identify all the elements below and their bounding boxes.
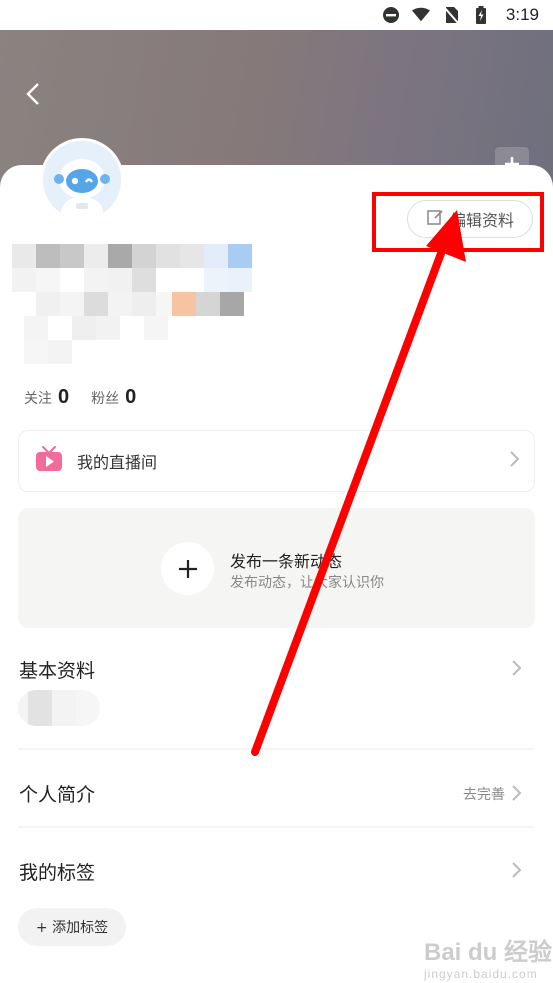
- fans-label[interactable]: 粉丝: [91, 388, 119, 408]
- intro-title[interactable]: 个人简介: [19, 780, 95, 807]
- wifi-icon: [411, 6, 430, 24]
- chevron-left-icon[interactable]: [22, 80, 46, 108]
- divider: [18, 748, 535, 750]
- obscured-basic-info: [18, 690, 100, 726]
- battery-charging-icon: [472, 6, 490, 24]
- chevron-right-icon: [508, 450, 520, 472]
- fans-count[interactable]: 0: [125, 386, 136, 409]
- chevron-right-icon[interactable]: [510, 659, 522, 681]
- chevron-right-icon[interactable]: [510, 784, 522, 806]
- divider: [18, 826, 535, 828]
- live-room-entry[interactable]: 我的直播间: [18, 430, 535, 492]
- robot-avatar-icon: [43, 141, 121, 219]
- following-count[interactable]: 0: [58, 386, 69, 409]
- intro-complete-link[interactable]: 去完善: [463, 784, 505, 804]
- status-bar: 3:19: [0, 0, 553, 30]
- annotation-highlight-box: [372, 192, 544, 252]
- watermark-main: Bai du 经验: [424, 939, 553, 966]
- add-tag-button[interactable]: + 添加标签: [18, 908, 126, 946]
- plus-icon[interactable]: [161, 542, 214, 595]
- watermark-sub: jingyan.baidu.com: [424, 967, 538, 981]
- chevron-right-icon[interactable]: [510, 861, 522, 883]
- following-label[interactable]: 关注: [24, 388, 52, 408]
- tv-play-icon: [35, 446, 63, 476]
- tags-title[interactable]: 我的标签: [19, 858, 95, 885]
- clock: 3:19: [505, 5, 539, 24]
- avatar[interactable]: [40, 138, 124, 222]
- new-post-card[interactable]: 发布一条新动态 发布动态，让大家认识你: [18, 508, 535, 628]
- live-room-label: 我的直播间: [77, 453, 158, 472]
- new-post-subtitle: 发布动态，让大家认识你: [230, 575, 384, 591]
- watermark: Bai du 经验 jingyan.baidu.com: [424, 932, 552, 981]
- dnd-icon: [382, 6, 400, 24]
- follow-stats: 关注 0 粉丝 0: [24, 386, 158, 409]
- basic-info-title[interactable]: 基本资料: [19, 656, 95, 683]
- no-sim-icon: [442, 6, 460, 24]
- new-post-title: 发布一条新动态: [230, 552, 343, 571]
